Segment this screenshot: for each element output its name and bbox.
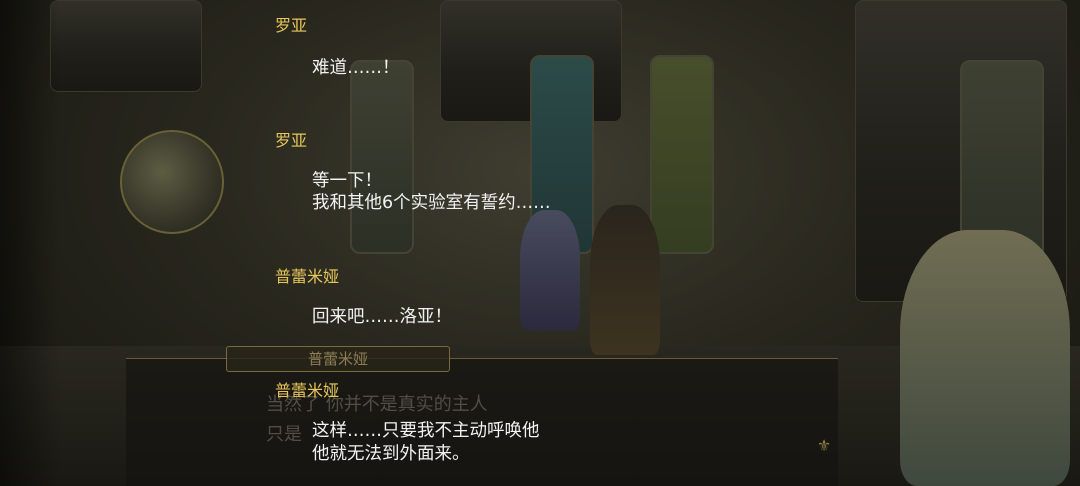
log-line: 这样……只要我不主动呼唤他 bbox=[312, 421, 540, 441]
log-speaker-name: 普蕾米娅 bbox=[275, 381, 340, 400]
log-line: 难道……！ bbox=[312, 58, 400, 78]
log-line: 我和其他6个实验室有誓约…… bbox=[312, 193, 551, 213]
log-line: 他就无法到外面来。 bbox=[312, 444, 470, 464]
log-line: 回来吧……洛亚！ bbox=[312, 307, 452, 327]
log-speaker-name: 普蕾米娅 bbox=[275, 267, 340, 286]
dialogue-log[interactable]: 罗亚 难道……！ 罗亚 等一下！ 我和其他6个实验室有誓约…… 普蕾米娅 回来吧… bbox=[0, 0, 1080, 486]
log-speaker-name: 罗亚 bbox=[275, 16, 308, 35]
log-speaker-name: 罗亚 bbox=[275, 131, 308, 150]
log-line: 等一下！ bbox=[312, 171, 382, 191]
